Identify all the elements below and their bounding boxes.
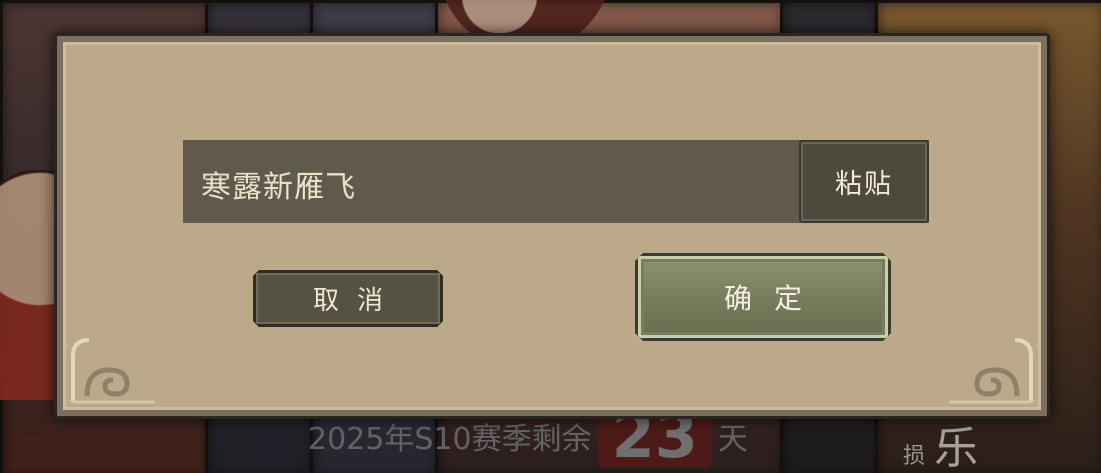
corner-ornament-right [949, 338, 1033, 404]
cancel-button[interactable]: 取消 [253, 270, 443, 327]
name-input-value[interactable]: 寒露新雁飞 [201, 140, 356, 223]
confirm-button[interactable]: 确定 [635, 253, 891, 341]
name-input-field[interactable]: 寒露新雁飞 粘贴 [183, 140, 929, 223]
input-dialog: 寒露新雁飞 粘贴 取消 确定 [54, 33, 1050, 419]
corner-ornament-left [71, 338, 155, 404]
paste-button[interactable]: 粘贴 [799, 140, 929, 223]
